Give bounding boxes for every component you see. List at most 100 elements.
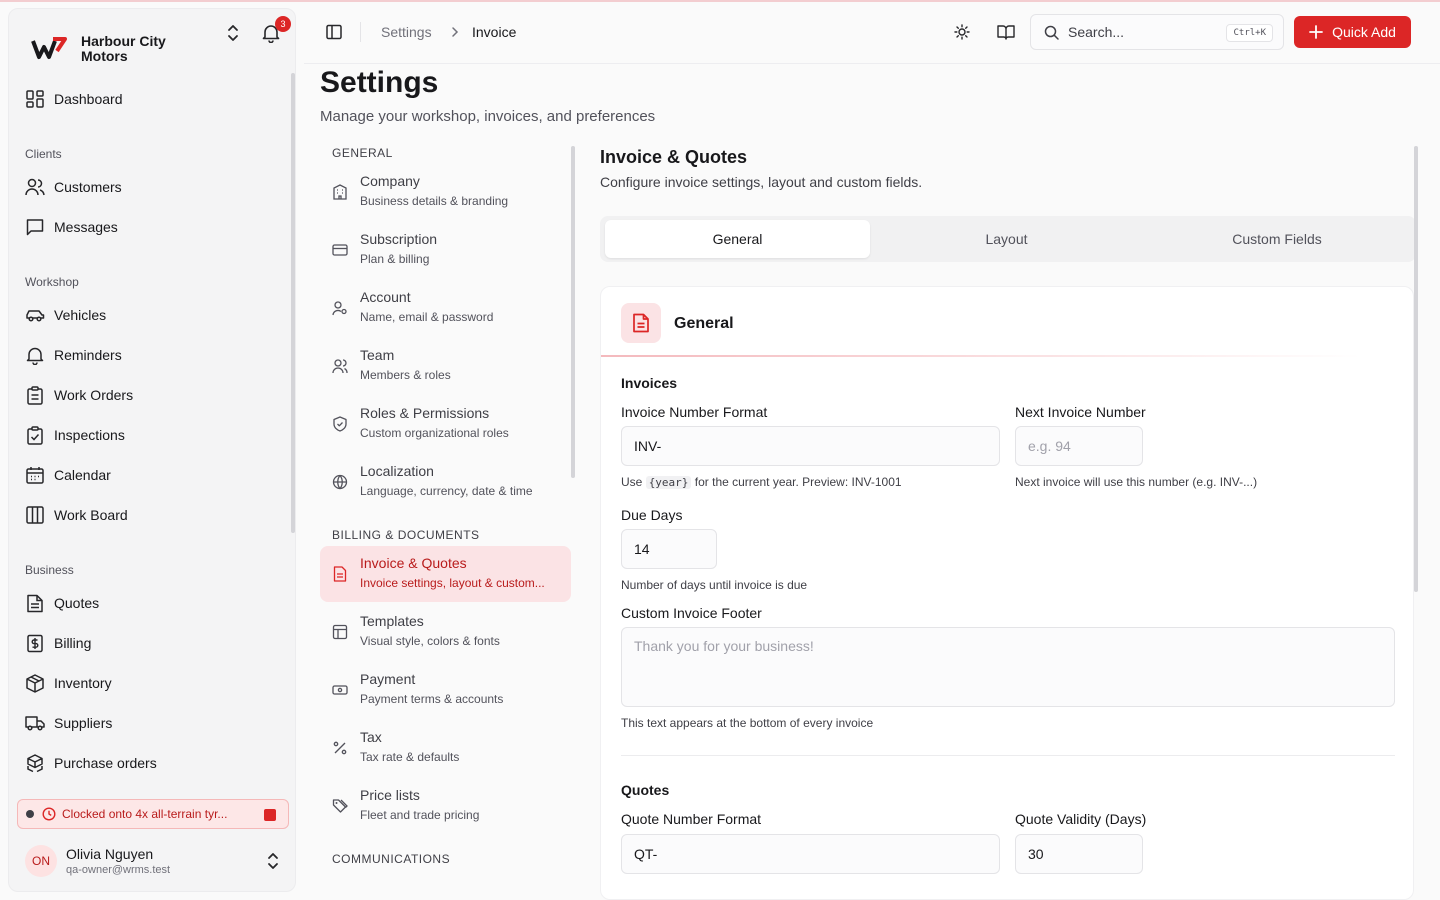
sidebar-item-label: Inspections bbox=[54, 427, 125, 443]
settings-item-subscription[interactable]: Subscription Plan & billing bbox=[320, 222, 571, 278]
settings-item-roles-permissions[interactable]: Roles & Permissions Custom organizationa… bbox=[320, 396, 571, 452]
user-key-icon bbox=[332, 300, 348, 316]
clock-in-text: Clocked onto 4x all-terrain tyr... bbox=[62, 807, 228, 821]
settings-item-desc: Custom organizational roles bbox=[360, 426, 509, 440]
status-dot bbox=[26, 810, 34, 818]
settings-nav-scrollbar[interactable] bbox=[571, 146, 575, 478]
settings-item-localization[interactable]: Localization Language, currency, date & … bbox=[320, 454, 571, 510]
book-open-icon[interactable] bbox=[994, 20, 1018, 44]
clipboard-check-icon bbox=[25, 425, 45, 445]
chevron-right-icon bbox=[448, 24, 462, 40]
section-divider bbox=[621, 755, 1395, 756]
stop-timer-button[interactable] bbox=[264, 809, 276, 821]
sidebar-item-quotes[interactable]: Quotes bbox=[21, 585, 289, 621]
section-description: Configure invoice settings, layout and c… bbox=[600, 174, 923, 190]
card-header-divider bbox=[601, 355, 1361, 357]
bell-icon bbox=[25, 345, 45, 365]
settings-item-desc: Business details & branding bbox=[360, 194, 509, 208]
settings-item-desc: Fleet and trade pricing bbox=[360, 808, 480, 822]
breadcrumb-invoice: Invoice bbox=[472, 24, 517, 40]
sidebar-item-purchase-orders[interactable]: Purchase orders bbox=[21, 745, 289, 781]
clock-in-banner[interactable]: Clocked onto 4x all-terrain tyr... bbox=[17, 799, 289, 829]
invoice-number-format-label: Invoice Number Format bbox=[621, 404, 768, 420]
settings-item-title: Price lists bbox=[360, 787, 420, 803]
next-invoice-number-input[interactable]: e.g. 94 bbox=[1015, 426, 1143, 466]
sidebar-group-clients: Clients bbox=[25, 147, 62, 161]
invoice-number-format-help: Use {year} for the current year. Preview… bbox=[621, 475, 902, 489]
avatar: ON bbox=[25, 845, 57, 877]
tab-custom-fields[interactable]: Custom Fields bbox=[1143, 220, 1411, 258]
sidebar-item-dashboard[interactable]: Dashboard bbox=[21, 81, 289, 117]
quote-validity-input[interactable]: 30 bbox=[1015, 834, 1143, 874]
settings-group-communications: COMMUNICATIONS bbox=[332, 852, 451, 866]
brand-logo-icon bbox=[29, 29, 69, 69]
brand[interactable]: Harbour City Motors bbox=[29, 25, 289, 73]
sidebar-item-customers[interactable]: Customers bbox=[21, 169, 289, 205]
settings-item-tax[interactable]: Tax Tax rate & defaults bbox=[320, 720, 571, 776]
settings-group-billing-documents: BILLING & DOCUMENTS bbox=[332, 528, 480, 542]
settings-item-title: Localization bbox=[360, 463, 434, 479]
dollar-file-icon bbox=[25, 633, 45, 653]
sidebar-item-billing[interactable]: Billing bbox=[21, 625, 289, 661]
help-code: {year} bbox=[645, 476, 692, 489]
page-title: Settings bbox=[320, 66, 439, 99]
tags-icon bbox=[332, 798, 348, 814]
tab-layout[interactable]: Layout bbox=[874, 220, 1139, 258]
settings-item-templates[interactable]: Templates Visual style, colors & fonts bbox=[320, 604, 571, 660]
settings-item-price-lists[interactable]: Price lists Fleet and trade pricing bbox=[320, 778, 571, 834]
settings-item-title: Payment bbox=[360, 671, 416, 687]
settings-item-team[interactable]: Team Members & roles bbox=[320, 338, 571, 394]
quick-add-label: Quick Add bbox=[1332, 24, 1396, 40]
sidebar-item-messages[interactable]: Messages bbox=[21, 209, 289, 245]
sidebar-item-label: Suppliers bbox=[54, 715, 113, 731]
tab-general[interactable]: General bbox=[605, 220, 870, 258]
settings-item-desc: Language, currency, date & time bbox=[360, 484, 533, 498]
settings-item-payment[interactable]: Payment Payment terms & accounts bbox=[320, 662, 571, 718]
sidebar-item-label: Reminders bbox=[54, 347, 122, 363]
clock-icon bbox=[42, 807, 56, 821]
sidebar-item-work-orders[interactable]: Work Orders bbox=[21, 377, 289, 413]
sidebar-item-label: Calendar bbox=[54, 467, 111, 483]
custom-invoice-footer-help: This text appears at the bottom of every… bbox=[621, 716, 874, 730]
sidebar-item-reminders[interactable]: Reminders bbox=[21, 337, 289, 373]
users-icon bbox=[25, 177, 45, 197]
sidebar: Harbour City Motors 3 Dashboard Clients … bbox=[8, 8, 296, 892]
quote-number-format-input[interactable]: QT- bbox=[621, 834, 1000, 874]
sidebar-item-suppliers[interactable]: Suppliers bbox=[21, 705, 289, 741]
search-input[interactable]: Search... Ctrl+K bbox=[1030, 14, 1284, 50]
search-shortcut: Ctrl+K bbox=[1226, 24, 1273, 42]
settings-item-title: Tax bbox=[360, 729, 382, 745]
due-days-input[interactable]: 14 bbox=[621, 529, 717, 569]
truck-icon bbox=[25, 713, 45, 733]
settings-item-desc: Members & roles bbox=[360, 368, 451, 382]
calendar-icon bbox=[25, 465, 45, 485]
settings-item-invoice-quotes[interactable]: Invoice & Quotes Invoice settings, layou… bbox=[320, 546, 571, 602]
breadcrumb-settings[interactable]: Settings bbox=[381, 24, 432, 40]
sidebar-item-inspections[interactable]: Inspections bbox=[21, 417, 289, 453]
sidebar-item-vehicles[interactable]: Vehicles bbox=[21, 297, 289, 333]
chevrons-up-down-icon[interactable] bbox=[221, 21, 245, 45]
user-menu[interactable]: ON Olivia Nguyen qa-owner@wrms.test bbox=[25, 841, 289, 881]
file-text-icon bbox=[621, 303, 661, 343]
settings-item-title: Company bbox=[360, 173, 420, 189]
sidebar-scrollbar[interactable] bbox=[291, 73, 295, 533]
custom-invoice-footer-textarea[interactable]: Thank you for your business! bbox=[621, 627, 1395, 707]
sun-icon[interactable] bbox=[950, 20, 974, 44]
page-subtitle: Manage your workshop, invoices, and pref… bbox=[320, 108, 656, 125]
chevrons-up-down-icon[interactable] bbox=[261, 849, 285, 873]
sidebar-item-inventory[interactable]: Inventory bbox=[21, 665, 289, 701]
settings-item-title: Templates bbox=[360, 613, 424, 629]
quick-add-button[interactable]: Quick Add bbox=[1294, 16, 1411, 48]
invoices-heading: Invoices bbox=[621, 375, 678, 391]
globe-icon bbox=[332, 474, 348, 490]
sidebar-item-work-board[interactable]: Work Board bbox=[21, 497, 289, 533]
header-divider bbox=[360, 22, 361, 42]
sidebar-item-calendar[interactable]: Calendar bbox=[21, 457, 289, 493]
sidebar-toggle-icon[interactable] bbox=[324, 20, 344, 44]
settings-item-company[interactable]: Company Business details & branding bbox=[320, 164, 571, 220]
settings-item-account[interactable]: Account Name, email & password bbox=[320, 280, 571, 336]
content-scrollbar[interactable] bbox=[1414, 146, 1418, 592]
invoice-number-format-input[interactable]: INV- bbox=[621, 426, 1000, 466]
sidebar-item-label: Messages bbox=[54, 219, 118, 235]
dashboard-icon bbox=[25, 89, 45, 109]
